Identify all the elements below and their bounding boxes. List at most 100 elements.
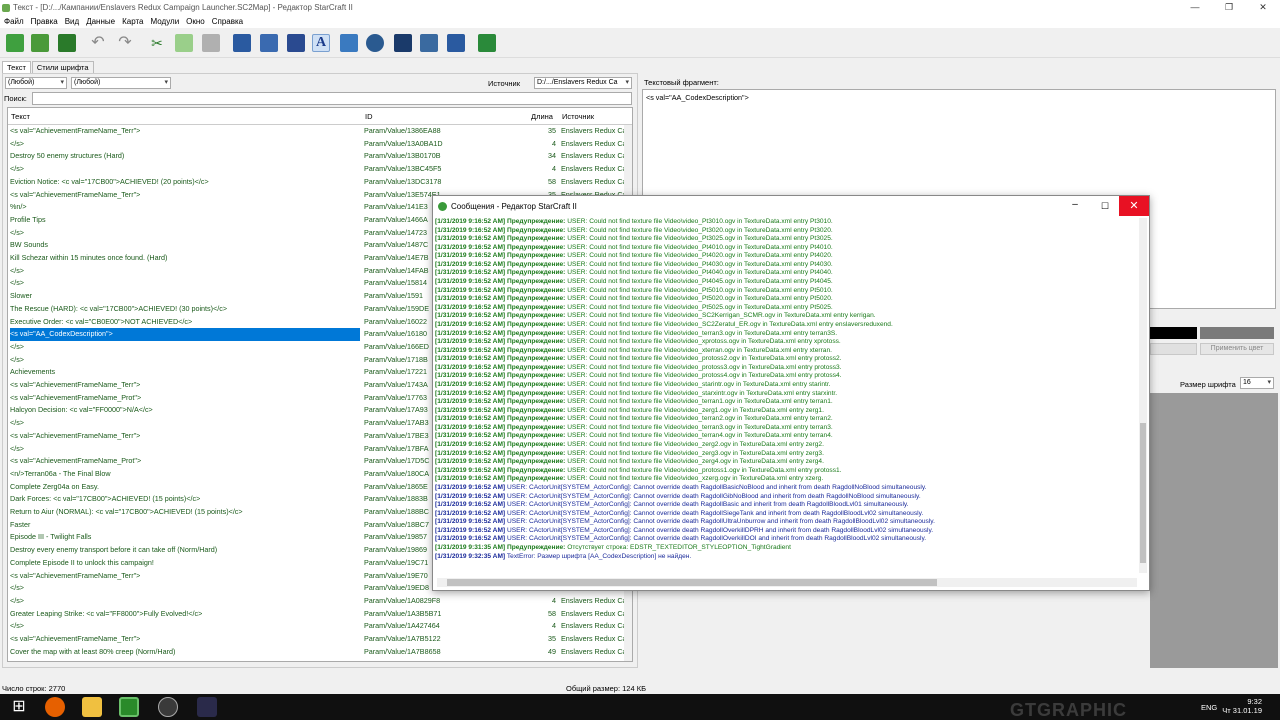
log-timestamp: [1/31/2019 9:16:52 AM] [435, 423, 506, 431]
tab-font-styles[interactable]: Стили шрифта [31, 61, 94, 73]
cut-icon[interactable]: ✂ [148, 34, 166, 52]
log-timestamp: [1/31/2019 9:16:52 AM] [435, 415, 506, 423]
menu-window[interactable]: Окно [186, 17, 205, 26]
filter-dropdown-2[interactable]: (Любой) [71, 77, 171, 89]
data-icon[interactable] [287, 34, 305, 52]
menu-edit[interactable]: Правка [31, 17, 58, 26]
font-size-select[interactable]: 16 [1240, 377, 1274, 389]
cell-text: Executive Order: <c val="CB0E00">NOT ACH… [10, 316, 193, 326]
redo-icon[interactable]: ↷ [116, 34, 134, 52]
table-row[interactable]: </s> Param/Value/13BC45F5 4 Enslavers Redux… [8, 163, 626, 176]
triggers-icon[interactable] [260, 34, 278, 52]
color-swatch-black[interactable] [1150, 327, 1197, 339]
log-kind: Предупреждение: [506, 543, 566, 551]
log-line: [1/31/2019 9:16:52 AM] Предупреждение: U… [435, 278, 1137, 287]
apply-color-button[interactable]: Применить цвет [1200, 343, 1274, 355]
cell-id: Param/Value/1A7B5122 [364, 634, 441, 643]
terrain-icon[interactable] [233, 34, 251, 52]
log-vertical-scrollbar[interactable] [1139, 218, 1147, 573]
paste-icon[interactable] [202, 34, 220, 52]
table-row[interactable]: Eviction Notice: <c val="17CB00">ACHIEVE… [8, 176, 626, 189]
close-icon[interactable]: ✕ [1246, 0, 1280, 15]
undo-icon[interactable]: ↶ [89, 34, 107, 52]
col-length[interactable]: Длина [531, 112, 553, 121]
log-kind: Предупреждение: [506, 363, 566, 371]
col-id[interactable]: ID [365, 112, 373, 121]
menu-file[interactable]: Файл [4, 17, 24, 26]
language-indicator[interactable]: ENG [1201, 703, 1217, 712]
log-line: [1/31/2019 9:16:52 AM] Предупреждение: U… [435, 269, 1137, 278]
tab-text[interactable]: Текст [2, 61, 31, 73]
log-line: [1/31/2019 9:16:52 AM] Предупреждение: U… [435, 321, 1137, 330]
ui-icon[interactable] [420, 34, 438, 52]
log-timestamp: [1/31/2019 9:16:52 AM] [435, 226, 506, 234]
log-timestamp: [1/31/2019 9:16:52 AM] [435, 346, 506, 354]
new-icon[interactable] [6, 34, 24, 52]
cell-text: </s> [10, 595, 24, 605]
log-horizontal-scrollbar[interactable] [437, 578, 1137, 587]
minimize-icon[interactable]: — [1178, 0, 1212, 15]
log-message: USER: CActorUnit[SYSTEM_ActorConfig]: Ca… [506, 492, 921, 500]
save-icon[interactable] [58, 34, 76, 52]
col-text[interactable]: Текст [11, 112, 30, 121]
clock[interactable]: 9:32 Чт 31.01.19 [1222, 697, 1262, 715]
dialog-titlebar[interactable]: Сообщения - Редактор StarCraft II – ☐ ✕ [433, 196, 1149, 216]
log-timestamp: [1/31/2019 9:16:52 AM] [435, 260, 506, 268]
filter-dropdown-1[interactable]: (Любой) [5, 77, 67, 89]
table-row[interactable]: </s> Param/Value/1A0829F8 4 Enslavers Redux… [8, 595, 626, 608]
log-timestamp: [1/31/2019 9:16:52 AM] [435, 518, 506, 526]
dialog-minimize-icon[interactable]: – [1065, 196, 1085, 216]
grid-header: Текст ID Длина Источник [8, 108, 632, 125]
log-kind: Предупреждение: [506, 441, 566, 449]
search-input[interactable] [32, 92, 632, 105]
menu-map[interactable]: Карта [122, 17, 143, 26]
cell-text: Faster [10, 519, 31, 529]
log-message: USER: Could not find texture file Video\… [567, 218, 833, 225]
dialog-maximize-icon[interactable]: ☐ [1095, 196, 1115, 216]
menu-view[interactable]: Вид [65, 17, 79, 26]
log-timestamp: [1/31/2019 9:16:52 AM] [435, 432, 506, 440]
obs-icon[interactable] [158, 697, 178, 717]
log-line: [1/31/2019 9:16:52 AM] Предупреждение: U… [435, 355, 1137, 364]
table-row[interactable]: Destroy 50 enemy structures (Hard) Param/… [8, 150, 626, 163]
log-message: USER: Could not find texture file Video\… [567, 406, 824, 414]
import-icon[interactable] [340, 34, 358, 52]
text-icon[interactable]: A [312, 34, 330, 52]
log-hscroll-thumb[interactable] [447, 579, 937, 586]
starcraft-icon[interactable] [197, 697, 217, 717]
table-row[interactable]: Cover the map with at least 80% creep (N… [8, 646, 626, 659]
dialog-close-icon[interactable]: ✕ [1119, 196, 1149, 216]
sc2-editor-taskbar-icon[interactable] [119, 697, 139, 717]
log-timestamp: [1/31/2019 9:16:52 AM] [435, 278, 506, 286]
modules-icon[interactable] [478, 34, 496, 52]
log-message: USER: Could not find texture file Video\… [567, 252, 833, 260]
table-row[interactable]: <s val="AchievementFrameName_Terr"> Param… [8, 125, 626, 138]
menu-modules[interactable]: Модули [151, 17, 180, 26]
globe-icon[interactable] [366, 34, 384, 52]
color-input[interactable] [1150, 343, 1197, 355]
table-row[interactable]: <s val="AchievementFrameName_Terr"> Param… [8, 633, 626, 646]
open-icon[interactable] [31, 34, 49, 52]
cell-text: <s val="AchievementFrameName_Terr"> [10, 126, 141, 135]
menu-help[interactable]: Справка [212, 17, 243, 26]
color-swatch-gray[interactable] [1200, 327, 1274, 339]
windows-start-icon[interactable]: ⊞ [9, 697, 29, 717]
firefox-icon[interactable] [45, 697, 65, 717]
cell-text: Episode III - Twilight Falls [10, 532, 92, 542]
log-message: USER: Could not find texture file Video\… [567, 380, 831, 388]
window-titlebar[interactable]: Текст - [D:/.../Кампании/Enslavers Redux… [0, 0, 1280, 15]
explorer-icon[interactable] [82, 697, 102, 717]
table-row[interactable]: Greater Leaping Strike: <c val="FF8000">… [8, 608, 626, 621]
col-source[interactable]: Источник [562, 112, 594, 121]
restore-icon[interactable]: ❐ [1212, 0, 1246, 15]
menu-data[interactable]: Данные [86, 17, 115, 26]
source-dropdown[interactable]: D:/.../Enslavers Redux Ca [534, 77, 632, 89]
copy-icon[interactable] [175, 34, 193, 52]
units-icon[interactable] [447, 34, 465, 52]
log-scroll-thumb[interactable] [1140, 423, 1146, 563]
table-row[interactable]: </s> Param/Value/1A427464 4 Enslavers Redux… [8, 620, 626, 633]
cinematics-icon[interactable] [394, 34, 412, 52]
cell-text: Slower [10, 291, 32, 301]
log-kind: Предупреждение: [506, 252, 566, 260]
table-row[interactable]: </s> Param/Value/13A0BA1D 4 Enslavers Redux… [8, 138, 626, 151]
